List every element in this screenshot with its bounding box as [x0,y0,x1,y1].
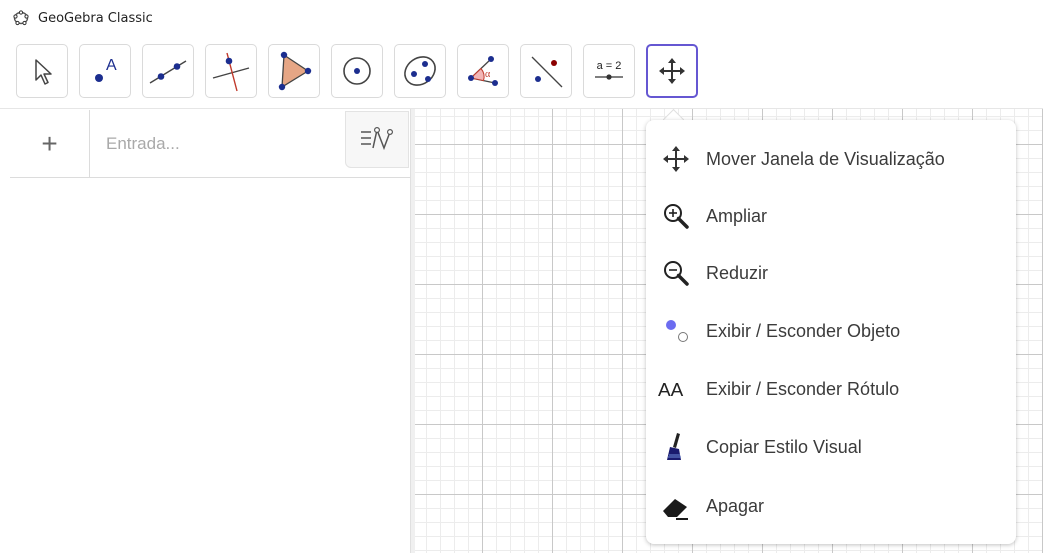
window-title: GeoGebra Classic [38,10,153,26]
menu-item-label: Apagar [706,495,765,516]
line-tool-button[interactable] [142,44,194,98]
zoom-in-icon [658,198,694,234]
menu-item-label: Copiar Estilo Visual [706,436,862,457]
menu-item-show-hide-label[interactable]: AA Exibir / Esconder Rótulo [646,360,1016,418]
angle-icon: α [468,56,498,86]
menu-item-copy-visual-style[interactable]: Copiar Estilo Visual [646,418,1016,476]
move-tool-button[interactable] [16,44,68,98]
reflect-tool-button[interactable] [520,44,572,98]
cursor-arrow-icon [35,59,52,85]
alpha-label: α [485,69,491,80]
point-a-icon: A [95,57,117,82]
menu-item-show-hide-object[interactable]: Exibir / Esconder Objeto [646,302,1016,360]
slider-tool-button[interactable]: a = 2 [583,44,635,98]
brush-icon [658,429,694,465]
point-a-label: A [106,57,117,74]
menu-item-label: Ampliar [706,205,768,226]
move-arrows-icon [659,58,685,84]
label-glyph: AA [658,380,684,401]
menu-item-zoom-out[interactable]: Reduzir [646,244,1016,302]
slider-icon: a = 2 [595,60,623,80]
menu-item-move-graphics-view[interactable]: Mover Janela de Visualização [646,130,1016,188]
menu-item-label: Exibir / Esconder Objeto [706,320,901,341]
circle-center-tool-button[interactable] [331,44,383,98]
perpendicular-line-icon [212,52,250,92]
circle-center-icon [343,57,371,85]
zoom-out-icon [658,255,694,291]
slider-label: a = 2 [597,60,622,72]
algebra-style-button[interactable] [345,111,409,168]
tool-submenu: Mover Janela de Visualização Ampliar Red… [646,120,1016,544]
line-through-points-icon [149,60,187,84]
conic-tool-button[interactable] [394,44,446,98]
perpendicular-tool-button[interactable] [205,44,257,98]
eraser-icon [658,488,694,524]
point-tool-button[interactable]: A [79,44,131,98]
algebra-input-field[interactable] [104,128,338,160]
menu-item-label: Mover Janela de Visualização [706,148,945,169]
menu-item-zoom-in[interactable]: Ampliar [646,187,1016,245]
menu-item-delete[interactable]: Apagar [646,477,1016,535]
menu-item-label: Exibir / Esconder Rótulo [706,378,900,399]
show-hide-label-icon: AA [658,371,694,407]
geogebra-logo-icon [12,9,30,27]
show-hide-object-icon [658,313,694,349]
menu-item-label: Reduzir [706,262,769,283]
polygon-tool-button[interactable] [268,44,320,98]
algebra-style-icon [361,126,394,150]
reflect-line-icon [531,56,563,88]
title-bar: GeoGebra Classic [0,0,1043,36]
move-arrows-icon [658,141,694,177]
ellipse-icon [404,56,436,86]
plus-icon: + [41,128,58,159]
angle-tool-button[interactable]: α [457,44,509,98]
move-graphics-view-tool-button[interactable] [646,44,698,98]
polygon-icon [278,51,312,91]
add-button[interactable]: + [10,110,90,178]
